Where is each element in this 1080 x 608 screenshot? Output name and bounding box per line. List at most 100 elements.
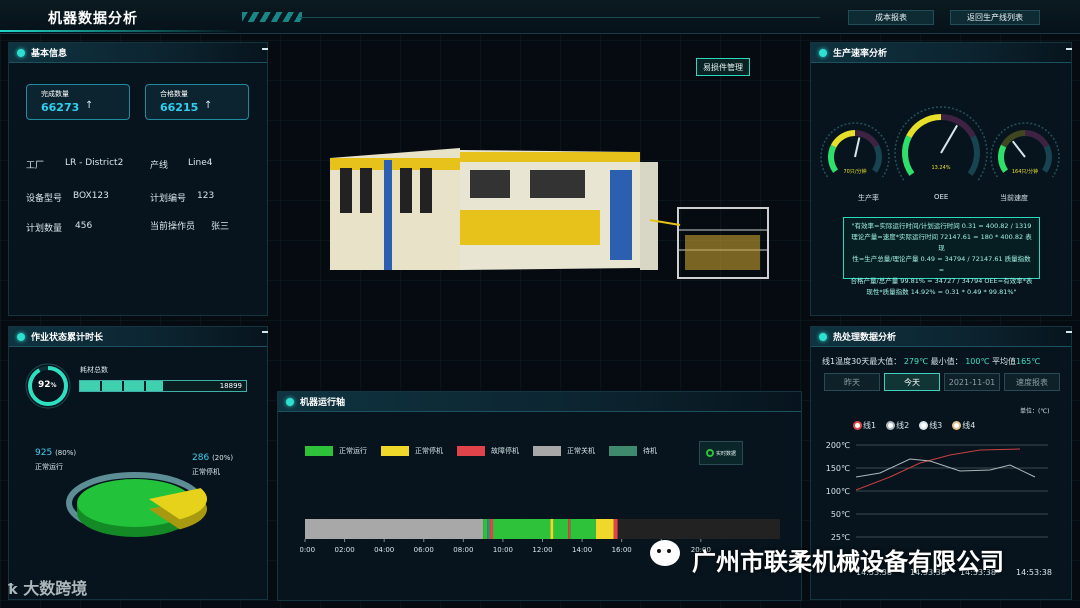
panel-tick-icon xyxy=(262,48,268,50)
heat-series-line1 xyxy=(855,448,1021,491)
legend-label: 线1 xyxy=(863,421,877,430)
stop-stat: 286 (20%) xyxy=(192,453,233,463)
production-rate-header: 生产速率分析 xyxy=(811,43,1071,63)
consumption-bar: 18899 xyxy=(79,380,247,392)
min-label: 最小值： xyxy=(930,357,963,366)
panel-dot-icon xyxy=(819,332,827,341)
timeline-segment xyxy=(568,519,571,539)
legend-label: 正常停机 xyxy=(415,447,443,455)
operator-value: 张三 xyxy=(211,222,230,232)
back-to-lines-button[interactable]: 返回生产线列表 xyxy=(950,10,1040,25)
timeline-header: 机器运行轴 xyxy=(278,392,801,412)
model-value: BOX123 xyxy=(73,191,109,201)
gauges-chart: 70只/分钟 13.24% 164只/分钟 xyxy=(820,106,1060,181)
heat-legend-item[interactable]: 线2 xyxy=(888,420,909,431)
legend-label: 正常关机 xyxy=(567,447,595,455)
app-title: 机器数据分析 xyxy=(48,11,138,27)
heat-header: 热处理数据分析 xyxy=(811,327,1071,347)
gauge-label-speed: 当前速度 xyxy=(1000,194,1028,202)
legend-swatch xyxy=(533,446,561,456)
timeline-segment xyxy=(570,519,596,539)
timeline-segment xyxy=(595,519,614,539)
gauge-value: 13.24% xyxy=(931,165,950,171)
timeline-segment xyxy=(613,519,618,539)
tab-yesterday[interactable]: 昨天 xyxy=(824,373,880,391)
consumption-value: 18899 xyxy=(219,382,242,390)
qualified-label: 合格数量 xyxy=(160,90,188,98)
panel-tick-icon xyxy=(262,331,268,333)
realtime-icon xyxy=(705,449,714,457)
timeline-segment xyxy=(490,519,494,539)
model-label: 设备型号 xyxy=(26,194,63,204)
machine-image xyxy=(330,148,769,279)
realtime-label: 实时数据 xyxy=(715,450,736,457)
heat-y-tick: 100℃ xyxy=(826,487,850,496)
legend-item: 正常停机 xyxy=(381,446,443,456)
timeline-segment xyxy=(617,519,780,539)
status-pie-chart xyxy=(66,472,208,537)
heat-x-tick: 14:53:38 xyxy=(1016,568,1052,577)
timeline-tick-label: 04:00 xyxy=(374,546,394,554)
cost-report-button[interactable]: 成本报表 xyxy=(848,10,934,25)
tab-date[interactable]: 2021-11-01 xyxy=(944,373,1000,391)
tab-speed-report[interactable]: 速度报表 xyxy=(1004,373,1060,391)
unit-label: 单位：(℃) xyxy=(1020,408,1050,415)
legend-item: 待机 xyxy=(609,446,657,456)
formula-line: 现性*质量指数 14.92% = 0.31 * 0.49 * 99.81%" xyxy=(866,288,1017,296)
realtime-button[interactable]: 实时数据 xyxy=(699,441,743,465)
wear-parts-button[interactable]: 易损件管理 xyxy=(696,58,750,76)
ring-number: 92 xyxy=(38,380,51,390)
timeline-tick-label: 12:00 xyxy=(532,546,552,554)
heat-y-tick: 25℃ xyxy=(831,533,850,542)
formula-line: 性=生产总量/理论产量 0.49 = 34794 / 72147.61 质量指数… xyxy=(852,255,1031,274)
gauge-arc xyxy=(967,135,980,176)
decor-line xyxy=(300,17,820,18)
legend-label: 故障停机 xyxy=(491,447,519,455)
factory-value: LR - District2 xyxy=(65,158,124,168)
timeline-tick-label: 06:00 xyxy=(414,546,434,554)
formula-line: 合格产量/总产量 99.81% = 34727 / 34794 OEE=有效率*… xyxy=(850,277,1033,285)
completed-card: 完成数量 66273 ↑ xyxy=(26,84,130,120)
legend-swatch xyxy=(457,446,485,456)
running-label: 正常运行 xyxy=(35,463,63,471)
left-watermark: ꝁ 大数跨境 xyxy=(8,575,87,599)
heat-y-tick: 50℃ xyxy=(831,510,850,519)
timeline-segment xyxy=(553,519,569,539)
stop-value: 286 xyxy=(192,453,210,463)
running-stat: 925 (80%) xyxy=(35,448,76,458)
heat-legend-item[interactable]: 线1 xyxy=(855,420,876,431)
completed-value: 66273 xyxy=(41,101,80,114)
panel-dot-icon xyxy=(17,48,25,57)
timeline-tick-label: 08:00 xyxy=(453,546,473,554)
heat-legend-item[interactable]: 线4 xyxy=(954,420,975,431)
ring-unit: % xyxy=(50,382,57,389)
timeline-tick-label: 02:00 xyxy=(334,546,354,554)
tab-today[interactable]: 今天 xyxy=(884,373,940,391)
heat-legend-item[interactable]: 线3 xyxy=(921,420,942,431)
formula-line: "有效率=实际运行时间/计划运行时间 0.31 = 400.82 / 1319 xyxy=(851,222,1032,230)
legend-swatch xyxy=(305,446,333,456)
consumption-label: 耗材总数 xyxy=(80,366,108,374)
gauge-arc xyxy=(830,130,856,148)
legend-dot-icon xyxy=(921,423,927,428)
gauge-label-oee: OEE xyxy=(934,193,949,201)
timeline-title: 机器运行轴 xyxy=(300,398,346,408)
legend-dot-icon xyxy=(954,423,960,428)
avg-value: 165℃ xyxy=(1016,357,1041,366)
decor-stripes xyxy=(242,12,302,22)
gauge-needle xyxy=(940,124,958,154)
max-value: 279℃ xyxy=(903,357,929,366)
up-arrow-icon: ↑ xyxy=(204,100,213,111)
legend-label: 待机 xyxy=(643,447,657,455)
gauge-arc xyxy=(998,144,1009,173)
timeline-segment xyxy=(550,519,554,539)
timeline-segment xyxy=(493,519,551,539)
panel-dot-icon xyxy=(17,332,25,341)
heat-legend: 线1 线2 线3 线4 xyxy=(855,420,975,431)
running-value: 925 xyxy=(35,448,53,458)
basic-info-header: 基本信息 xyxy=(9,43,267,63)
factory-label: 工厂 xyxy=(26,161,45,171)
plan-no-value: 123 xyxy=(197,191,215,201)
legend-label: 线3 xyxy=(929,421,943,430)
heat-summary: 线1温度30天最大值： 279℃ 最小值： 100℃ 平均值165℃ xyxy=(822,356,1040,367)
